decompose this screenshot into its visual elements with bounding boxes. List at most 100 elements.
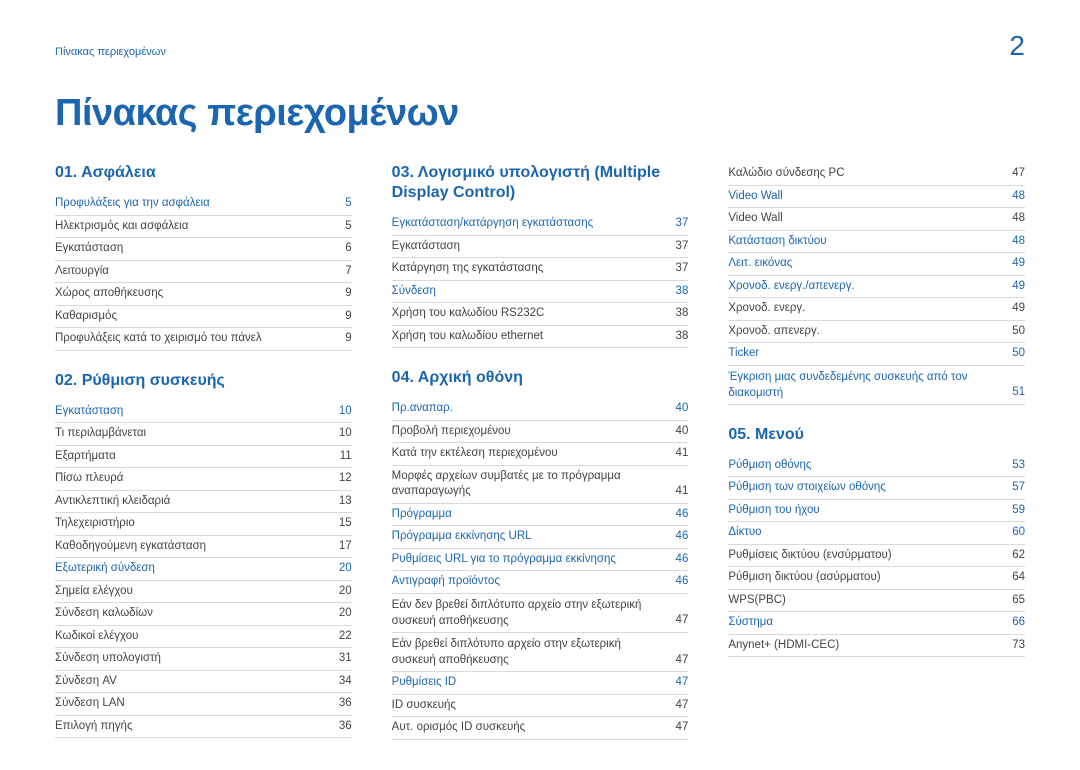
toc-item-page: 59 [1012,503,1025,519]
toc-item[interactable]: Ρύθμιση δικτύου (ασύρματου)64 [728,567,1025,590]
chapter-heading[interactable]: 04. Αρχική οθόνη [392,368,689,388]
toc-item[interactable]: Εάν βρεθεί διπλότυπο αρχείο στην εξωτερι… [392,633,689,672]
chapter-heading[interactable]: 05. Μενού [728,425,1025,445]
toc-item-label: Εγκατάσταση [55,404,331,420]
toc-item[interactable]: Σημεία ελέγχου20 [55,581,352,604]
toc-item[interactable]: Προφυλάξεις για την ασφάλεια5 [55,193,352,216]
toc-item[interactable]: Εγκατάσταση6 [55,238,352,261]
toc-item[interactable]: Χρονοδ. απενεργ.50 [728,321,1025,344]
chapter-heading[interactable]: 01. Ασφάλεια [55,163,352,183]
toc-item[interactable]: Αντικλεπτική κλειδαριά13 [55,491,352,514]
toc-item[interactable]: Μορφές αρχείων συμβατές με το πρόγραμμα … [392,466,689,504]
toc-item[interactable]: Εάν δεν βρεθεί διπλότυπο αρχείο στην εξω… [392,594,689,633]
toc-item-label: Σύνδεση υπολογιστή [55,651,331,667]
toc-item-label: Επιλογή πηγής [55,719,331,735]
toc-item[interactable]: Video Wall 48 [728,186,1025,209]
toc-item[interactable]: Έγκριση μιας συνδεδεμένης συσκευής από τ… [728,366,1025,405]
toc-item[interactable]: Κωδικοί ελέγχου22 [55,626,352,649]
toc-item[interactable]: Χρήση του καλωδίου RS232C38 [392,303,689,326]
toc-item[interactable]: Προφυλάξεις κατά το χειρισμό του πάνελ9 [55,328,352,351]
toc-item-label: Πρ.αναπαρ. [392,401,668,417]
toc-item[interactable]: Εγκατάσταση/κατάργηση εγκατάστασης37 [392,213,689,236]
toc-item[interactable]: Video Wall48 [728,208,1025,231]
toc-item-label: Σημεία ελέγχου [55,584,331,600]
toc-item[interactable]: Τηλεχειριστήριο15 [55,513,352,536]
toc-item-label: Anynet+ (HDMI-CEC) [728,638,1004,654]
toc-item-label: Πρόγραμμα [392,507,668,523]
toc-item[interactable]: Σύνδεση AV34 [55,671,352,694]
toc-item[interactable]: Σύνδεση38 [392,281,689,304]
toc-item-page: 57 [1012,480,1025,496]
toc-item[interactable]: Σύνδεση υπολογιστή31 [55,648,352,671]
toc-item[interactable]: Επιλογή πηγής 36 [55,716,352,739]
toc-item[interactable]: Ticker50 [728,343,1025,366]
toc-item-label: Σύστημα [728,615,1004,631]
toc-item[interactable]: ID συσκευής47 [392,695,689,718]
toc-item-page: 64 [1012,570,1025,586]
toc-item-page: 48 [1012,189,1025,205]
toc-item-label: Καθοδηγούμενη εγκατάσταση [55,539,331,555]
toc-item[interactable]: Εγκατάσταση37 [392,236,689,259]
toc-item[interactable]: Κατά την εκτέλεση περιεχομένου41 [392,443,689,466]
toc-item-label: Video Wall [728,189,1004,205]
toc-item[interactable]: Ρυθμίσεις URL για το πρόγραμμα εκκίνησης… [392,549,689,572]
toc-item[interactable]: Λειτ. εικόνας49 [728,253,1025,276]
toc-item-page: 12 [339,471,352,487]
toc-item[interactable]: Πρόγραμμα46 [392,504,689,527]
toc-item-page: 36 [339,719,352,735]
toc-item-page: 47 [1012,166,1025,182]
toc-item-label: Εάν δεν βρεθεί διπλότυπο αρχείο στην εξω… [392,597,668,629]
toc-item[interactable]: Λειτουργία7 [55,261,352,284]
toc-item[interactable]: Σύστημα66 [728,612,1025,635]
toc-column: 03. Λογισμικό υπολογιστή (Multiple Displ… [392,163,689,740]
page-number: 2 [1009,30,1025,62]
toc-item-label: Κωδικοί ελέγχου [55,629,331,645]
toc-item[interactable]: Καθαρισμός9 [55,306,352,329]
toc-item[interactable]: Ρυθμίσεις ID47 [392,672,689,695]
toc-item[interactable]: Κατάσταση δικτύου48 [728,231,1025,254]
toc-item-page: 49 [1012,256,1025,272]
toc-item[interactable]: Ρύθμιση οθόνης53 [728,455,1025,478]
chapter-heading[interactable]: 02. Ρύθμιση συσκευής [55,371,352,391]
toc-item[interactable]: Εγκατάσταση10 [55,401,352,424]
toc-item-page: 20 [339,606,352,622]
toc-item-page: 38 [676,306,689,322]
toc-item-label: Τηλεχειριστήριο [55,516,331,532]
toc-item[interactable]: Ρυθμίσεις δικτύου (ενσύρματου)62 [728,545,1025,568]
toc-item[interactable]: Κατάργηση της εγκατάστασης37 [392,258,689,281]
toc-item-label: Εξωτερική σύνδεση [55,561,331,577]
toc-item[interactable]: Πρ.αναπαρ.40 [392,398,689,421]
toc-item[interactable]: Anynet+ (HDMI-CEC)73 [728,635,1025,658]
toc-item[interactable]: Ρύθμιση των στοιχείων οθόνης57 [728,477,1025,500]
toc-item[interactable]: Χώρος αποθήκευσης9 [55,283,352,306]
toc-item[interactable]: Σύνδεση LAN36 [55,693,352,716]
toc-item[interactable]: Εξαρτήματα11 [55,446,352,469]
toc-item-label: Εγκατάσταση [55,241,337,257]
toc-item-label: Λειτουργία [55,264,337,280]
toc-item-page: 60 [1012,525,1025,541]
toc-item[interactable]: Προβολή περιεχομένου40 [392,421,689,444]
toc-item[interactable]: Καθοδηγούμενη εγκατάσταση17 [55,536,352,559]
toc-item[interactable]: Χρονοδ. ενεργ.49 [728,298,1025,321]
toc-item[interactable]: Ρύθμιση του ήχου59 [728,500,1025,523]
toc-item-page: 40 [676,424,689,440]
toc-item-page: 47 [676,698,689,714]
toc-item-page: 9 [345,331,351,347]
chapter-heading[interactable]: 03. Λογισμικό υπολογιστή (Multiple Displ… [392,163,689,203]
toc-item[interactable]: Σύνδεση καλωδίων20 [55,603,352,626]
toc-item[interactable]: Χρήση του καλωδίου ethernet38 [392,326,689,349]
toc-item[interactable]: Πρόγραμμα εκκίνησης URL46 [392,526,689,549]
toc-item[interactable]: WPS(PBC)65 [728,590,1025,613]
toc-item-label: Ρύθμιση οθόνης [728,458,1004,474]
toc-item[interactable]: Αντιγραφή προϊόντος46 [392,571,689,594]
toc-item[interactable]: Χρονοδ. ενεργ./απενεργ.49 [728,276,1025,299]
toc-item-label: Σύνδεση LAN [55,696,331,712]
toc-item[interactable]: Ηλεκτρισμός και ασφάλεια5 [55,216,352,239]
toc-item[interactable]: Δίκτυο60 [728,522,1025,545]
toc-item[interactable]: Πίσω πλευρά12 [55,468,352,491]
toc-item[interactable]: Καλώδιο σύνδεσης PC47 [728,163,1025,186]
toc-item[interactable]: Τι περιλαμβάνεται10 [55,423,352,446]
toc-item[interactable]: Αυτ. ορισμός ID συσκευής47 [392,717,689,740]
toc-item-page: 48 [1012,211,1025,227]
toc-item[interactable]: Εξωτερική σύνδεση20 [55,558,352,581]
